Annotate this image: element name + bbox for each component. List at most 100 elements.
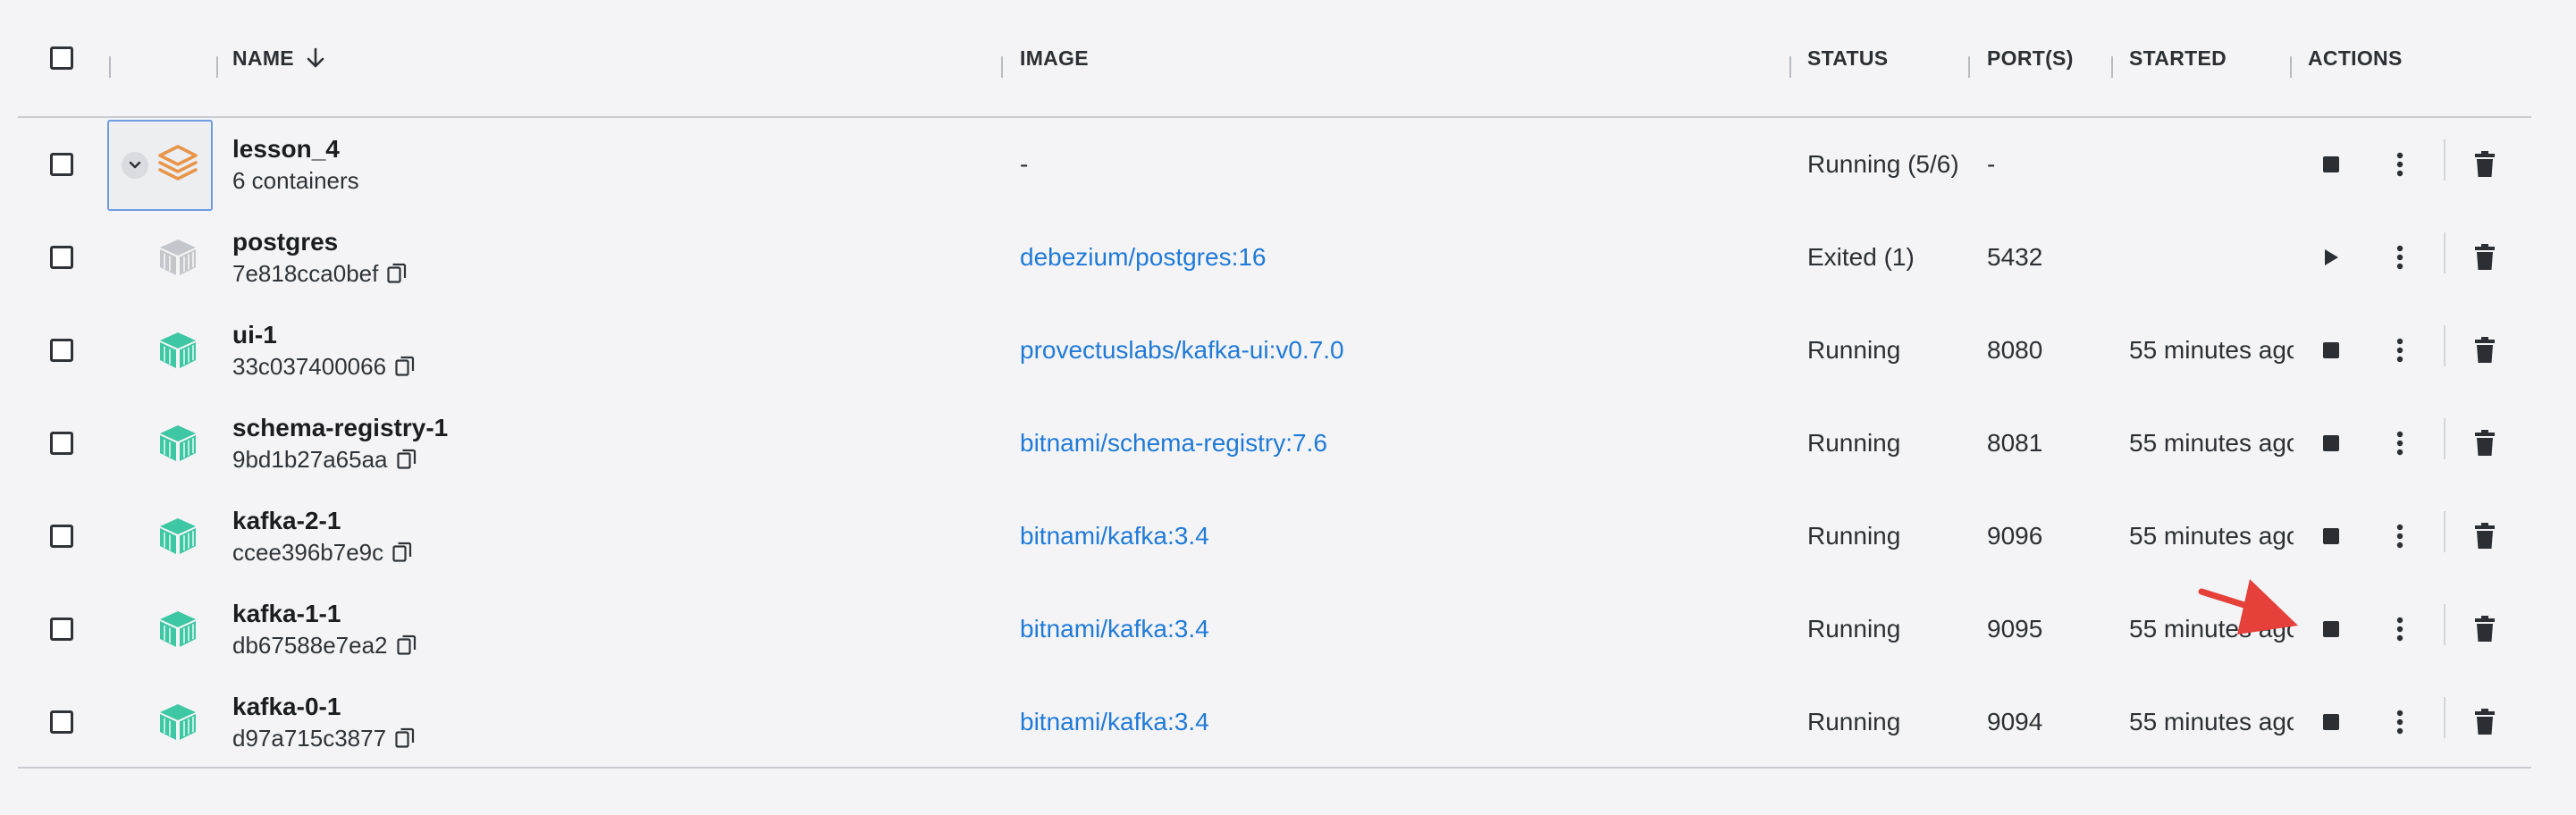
trash-icon — [2475, 523, 2495, 549]
row-checkbox[interactable] — [50, 618, 73, 641]
delete-button[interactable] — [2467, 676, 2503, 769]
containers-table: NAME IMAGE STATUS PORT(S) STARTED ACTION… — [18, 0, 2531, 769]
copy-icon[interactable] — [392, 542, 412, 563]
container-row-postgres[interactable]: postgres 7e818cca0bef debezium/postgres:… — [18, 211, 2531, 304]
container-name-cell: schema-registry-1 9bd1b27a65aa — [232, 397, 448, 490]
container-status: Running — [1807, 615, 1901, 643]
more-options-button[interactable] — [2382, 397, 2418, 490]
row-select-cell — [50, 118, 73, 211]
start-stop-button[interactable] — [2313, 304, 2349, 397]
container-name[interactable]: postgres — [232, 226, 407, 258]
container-name[interactable]: ui-1 — [232, 319, 415, 351]
more-options-button[interactable] — [2382, 583, 2418, 676]
container-row-ui-1[interactable]: ui-1 33c037400066 provectuslabs/kafka-ui… — [18, 304, 2531, 397]
stop-button[interactable] — [2313, 118, 2349, 211]
select-all-checkbox[interactable] — [50, 46, 73, 70]
container-row-kafka-0-1[interactable]: kafka-0-1 d97a715c3877 bitnami/kafka:3.4… — [18, 676, 2531, 769]
container-image-link[interactable]: bitnami/kafka:3.4 — [1020, 615, 1209, 643]
started-column-header[interactable]: STARTED — [2129, 0, 2227, 116]
delete-button[interactable] — [2467, 118, 2503, 211]
container-image-link[interactable]: bitnami/schema-registry:7.6 — [1020, 429, 1327, 458]
delete-button[interactable] — [2467, 397, 2503, 490]
group-name[interactable]: lesson_4 — [232, 133, 359, 165]
container-row-schema-registry-1[interactable]: schema-registry-1 9bd1b27a65aa bitnami/s… — [18, 397, 2531, 490]
row-checkbox[interactable] — [50, 432, 73, 455]
container-started: 55 minutes ago — [2129, 708, 2294, 735]
copy-icon[interactable] — [396, 449, 417, 470]
column-divider[interactable] — [1001, 56, 1003, 78]
start-stop-button[interactable] — [2313, 211, 2349, 304]
start-stop-button[interactable] — [2313, 583, 2349, 676]
select-all-cell — [50, 0, 73, 116]
row-checkbox[interactable] — [50, 153, 73, 176]
column-divider[interactable] — [1789, 56, 1791, 78]
start-stop-button[interactable] — [2313, 490, 2349, 583]
container-id-wrap: db67588e7ea2 — [232, 630, 417, 660]
container-image-cell: debezium/postgres:16 — [1020, 211, 1267, 304]
group-row-lesson-4[interactable]: lesson_4 6 containers - Running (5/6) - — [18, 118, 2531, 211]
container-image-link[interactable]: debezium/postgres:16 — [1020, 243, 1267, 272]
container-name[interactable]: kafka-0-1 — [232, 691, 415, 723]
status-column-header[interactable]: STATUS — [1807, 0, 1888, 116]
expand-collapse-button[interactable] — [122, 152, 148, 179]
column-divider[interactable] — [2111, 56, 2113, 78]
copy-icon[interactable] — [395, 727, 415, 749]
container-port: 9095 — [1987, 615, 2043, 643]
more-options-button[interactable] — [2382, 211, 2418, 304]
row-checkbox[interactable] — [50, 525, 73, 548]
container-image-cell: bitnami/schema-registry:7.6 — [1020, 397, 1327, 490]
column-divider[interactable] — [216, 56, 218, 78]
action-divider — [2444, 604, 2446, 645]
group-image-value: - — [1020, 150, 1029, 178]
column-divider[interactable] — [109, 56, 111, 78]
container-row-kafka-2-1[interactable]: kafka-2-1 ccee396b7e9c bitnami/kafka:3.4… — [18, 490, 2531, 583]
container-port: 5432 — [1987, 243, 2043, 271]
container-status-cell: Running — [1807, 676, 1900, 769]
delete-button[interactable] — [2467, 583, 2503, 676]
delete-button[interactable] — [2467, 490, 2503, 583]
container-status: Exited (1) — [1807, 243, 1915, 271]
image-header-label: IMAGE — [1020, 46, 1089, 70]
more-options-button[interactable] — [2382, 676, 2418, 769]
column-divider[interactable] — [2290, 56, 2292, 78]
more-options-button[interactable] — [2382, 118, 2418, 211]
more-options-button[interactable] — [2382, 490, 2418, 583]
delete-button[interactable] — [2467, 304, 2503, 397]
start-stop-button[interactable] — [2313, 397, 2349, 490]
container-id-wrap: 33c037400066 — [232, 351, 415, 382]
ports-column-header[interactable]: PORT(S) — [1987, 0, 2074, 116]
container-image-link[interactable]: bitnami/kafka:3.4 — [1020, 708, 1209, 736]
row-checkbox[interactable] — [50, 246, 73, 269]
trash-icon — [2475, 709, 2495, 735]
copy-icon[interactable] — [387, 263, 407, 284]
status-header-label: STATUS — [1807, 46, 1889, 70]
container-ports-cell: 9094 — [1987, 676, 2042, 769]
container-image-cell: bitnami/kafka:3.4 — [1020, 490, 1209, 583]
delete-button[interactable] — [2467, 211, 2503, 304]
container-name[interactable]: kafka-1-1 — [232, 598, 417, 630]
row-checkbox[interactable] — [50, 339, 73, 362]
copy-icon[interactable] — [396, 634, 417, 656]
row-select-cell — [50, 583, 73, 676]
container-name-cell: kafka-0-1 d97a715c3877 — [232, 676, 415, 769]
container-ports-cell: 9095 — [1987, 583, 2042, 676]
container-name[interactable]: schema-registry-1 — [232, 412, 448, 444]
stop-icon — [2323, 714, 2339, 730]
container-started-cell — [2129, 211, 2294, 304]
action-divider — [2444, 139, 2446, 181]
column-divider[interactable] — [1968, 56, 1970, 78]
actions-column-header: ACTIONS — [2308, 0, 2403, 116]
container-row-kafka-1-1[interactable]: kafka-1-1 db67588e7ea2 bitnami/kafka:3.4… — [18, 583, 2531, 676]
row-checkbox[interactable] — [50, 710, 73, 734]
more-options-button[interactable] — [2382, 304, 2418, 397]
container-image-link[interactable]: bitnami/kafka:3.4 — [1020, 522, 1209, 550]
copy-icon[interactable] — [395, 356, 415, 377]
group-status-value: Running (5/6) — [1807, 150, 1959, 178]
name-column-header[interactable]: NAME — [232, 0, 326, 116]
image-column-header[interactable]: IMAGE — [1020, 0, 1089, 116]
container-name[interactable]: kafka-2-1 — [232, 505, 412, 537]
container-status: Running — [1807, 429, 1901, 457]
container-image-link[interactable]: provectuslabs/kafka-ui:v0.7.0 — [1020, 336, 1344, 365]
action-divider — [2444, 418, 2446, 459]
start-stop-button[interactable] — [2313, 676, 2349, 769]
